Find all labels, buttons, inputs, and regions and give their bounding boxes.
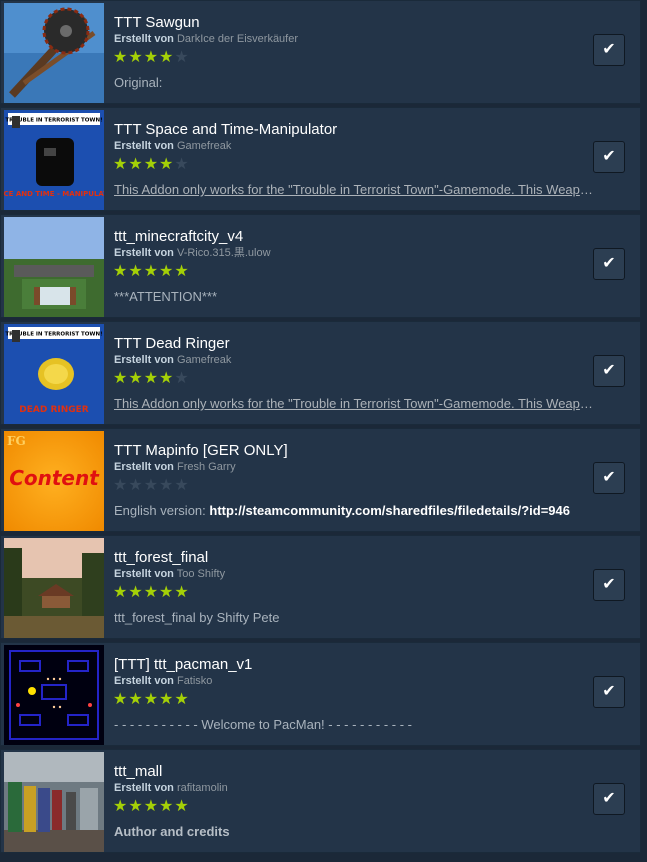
rating-stars: ★★★★★	[113, 49, 190, 67]
item-thumbnail[interactable]	[4, 752, 104, 852]
list-item: FG Content TTT Mapinfo [GER ONLY] Erstel…	[0, 428, 641, 532]
rating-stars: ★★★★★	[113, 370, 190, 388]
subscribed-checkbox[interactable]: ✔	[593, 569, 625, 601]
created-by-label: Erstellt von	[114, 568, 174, 580]
item-thumbnail[interactable]	[4, 217, 104, 317]
thumb-tag-text: FG	[7, 434, 26, 448]
created-by-label: Erstellt von	[114, 33, 174, 45]
list-item: ttt_mall Erstellt von rafitamolin ★★★★★ …	[0, 749, 641, 853]
thumb-caption-text: DEAD RINGER	[19, 405, 89, 415]
item-title[interactable]: [TTT] ttt_pacman_v1	[114, 656, 252, 674]
item-author: Erstellt von V-Rico.315.黒.ulow	[114, 247, 271, 260]
subscribed-checkbox[interactable]: ✔	[593, 141, 625, 173]
subscribed-checkbox[interactable]: ✔	[593, 676, 625, 708]
item-author: Erstellt von Fatisko	[114, 675, 212, 688]
rating-empty-stars: ★	[174, 49, 190, 66]
checkmark-icon: ✔	[602, 790, 616, 807]
description-link[interactable]: http://steamcommunity.com/sharedfiles/fi…	[209, 503, 570, 518]
list-item: ttt_forest_final Erstellt von Too Shifty…	[0, 535, 641, 639]
rating-stars: ★★★★★	[113, 584, 190, 602]
rating-empty-stars: ★	[174, 156, 190, 173]
author-link[interactable]: Gamefreak	[177, 354, 231, 366]
item-author: Erstellt von DarkIce der Eisverkäufer	[114, 33, 298, 46]
item-description[interactable]: This Addon only works for the "Trouble i…	[114, 396, 594, 412]
item-description: Original:	[114, 75, 163, 90]
rating-filled-stars: ★★★★★	[113, 691, 190, 708]
checkmark-icon: ✔	[602, 255, 616, 272]
item-title[interactable]: ttt_mall	[114, 763, 162, 781]
author-link[interactable]: DarkIce der Eisverkäufer	[177, 33, 298, 45]
created-by-label: Erstellt von	[114, 354, 174, 366]
rating-empty-stars: ★	[174, 370, 190, 387]
list-item: TROUBLE IN TERRORIST TOWN! DEAD RINGER T…	[0, 321, 641, 425]
subscribed-checkbox[interactable]: ✔	[593, 34, 625, 66]
author-link[interactable]: Fatisko	[177, 675, 212, 687]
subscribed-items-list: TTT Sawgun Erstellt von DarkIce der Eisv…	[0, 0, 647, 862]
rating-stars: ★★★★★	[113, 798, 190, 816]
thumb-caption-text: SPACE AND TIME - MANIPULATOR	[4, 190, 104, 198]
checkmark-icon: ✔	[602, 469, 616, 486]
list-item: TTT Sawgun Erstellt von DarkIce der Eisv…	[0, 0, 641, 104]
item-author: Erstellt von Gamefreak	[114, 140, 231, 153]
item-title[interactable]: TTT Mapinfo [GER ONLY]	[114, 442, 288, 460]
rating-stars: ★★★★★	[113, 156, 190, 174]
author-link[interactable]: Too Shifty	[177, 568, 225, 580]
item-author: Erstellt von rafitamolin	[114, 782, 228, 795]
created-by-label: Erstellt von	[114, 461, 174, 473]
item-author: Erstellt von Gamefreak	[114, 354, 231, 367]
item-author: Erstellt von Too Shifty	[114, 568, 225, 581]
description-prefix: English version:	[114, 503, 210, 518]
list-item: TROUBLE IN TERRORIST TOWN! SPACE AND TIM…	[0, 107, 641, 211]
list-item: [TTT] ttt_pacman_v1 Erstellt von Fatisko…	[0, 642, 641, 746]
subscribed-checkbox[interactable]: ✔	[593, 462, 625, 494]
item-description: ttt_forest_final by Shifty Pete	[114, 610, 280, 625]
item-thumbnail[interactable]: FG Content	[4, 431, 104, 531]
item-thumbnail[interactable]: TROUBLE IN TERRORIST TOWN! DEAD RINGER	[4, 324, 104, 424]
created-by-label: Erstellt von	[114, 140, 174, 152]
item-description[interactable]: This Addon only works for the "Trouble i…	[114, 182, 594, 198]
item-thumbnail[interactable]	[4, 645, 104, 745]
rating-stars: ★★★★★	[113, 477, 190, 495]
item-thumbnail[interactable]	[4, 538, 104, 638]
rating-stars: ★★★★★	[113, 691, 190, 709]
rating-filled-stars: ★★★★	[113, 49, 175, 66]
created-by-label: Erstellt von	[114, 675, 174, 687]
item-description: ***ATTENTION***	[114, 289, 218, 304]
rating-stars: ★★★★★	[113, 263, 190, 281]
author-link[interactable]: Gamefreak	[177, 140, 231, 152]
author-link[interactable]: V-Rico.315.黒.ulow	[177, 247, 271, 259]
rating-empty-stars: ★★★★★	[113, 477, 190, 494]
subscribed-checkbox[interactable]: ✔	[593, 355, 625, 387]
thumb-word-text: Content	[9, 466, 100, 490]
item-description: English version: http://steamcommunity.c…	[114, 503, 594, 519]
item-thumbnail[interactable]	[4, 3, 104, 103]
rating-filled-stars: ★★★★★	[113, 798, 190, 815]
item-title[interactable]: ttt_minecraftcity_v4	[114, 228, 243, 246]
subscribed-checkbox[interactable]: ✔	[593, 248, 625, 280]
checkmark-icon: ✔	[602, 576, 616, 593]
subscribed-checkbox[interactable]: ✔	[593, 783, 625, 815]
item-title[interactable]: ttt_forest_final	[114, 549, 208, 567]
rating-filled-stars: ★★★★★	[113, 584, 190, 601]
checkmark-icon: ✔	[602, 148, 616, 165]
rating-filled-stars: ★★★★	[113, 156, 175, 173]
author-link[interactable]: rafitamolin	[177, 782, 228, 794]
created-by-label: Erstellt von	[114, 782, 174, 794]
item-title[interactable]: TTT Dead Ringer	[114, 335, 230, 353]
item-title[interactable]: TTT Sawgun	[114, 14, 200, 32]
item-description: Author and credits	[114, 824, 230, 839]
checkmark-icon: ✔	[602, 41, 616, 58]
item-author: Erstellt von Fresh Garry	[114, 461, 236, 474]
rating-filled-stars: ★★★★★	[113, 263, 190, 280]
created-by-label: Erstellt von	[114, 247, 174, 259]
item-title[interactable]: TTT Space and Time-Manipulator	[114, 121, 337, 139]
rating-filled-stars: ★★★★	[113, 370, 175, 387]
item-thumbnail[interactable]: TROUBLE IN TERRORIST TOWN! SPACE AND TIM…	[4, 110, 104, 210]
checkmark-icon: ✔	[602, 362, 616, 379]
item-description: - - - - - - - - - - - Welcome to PacMan!…	[114, 717, 413, 732]
list-item: ttt_minecraftcity_v4 Erstellt von V-Rico…	[0, 214, 641, 318]
checkmark-icon: ✔	[602, 683, 616, 700]
author-link[interactable]: Fresh Garry	[177, 461, 236, 473]
